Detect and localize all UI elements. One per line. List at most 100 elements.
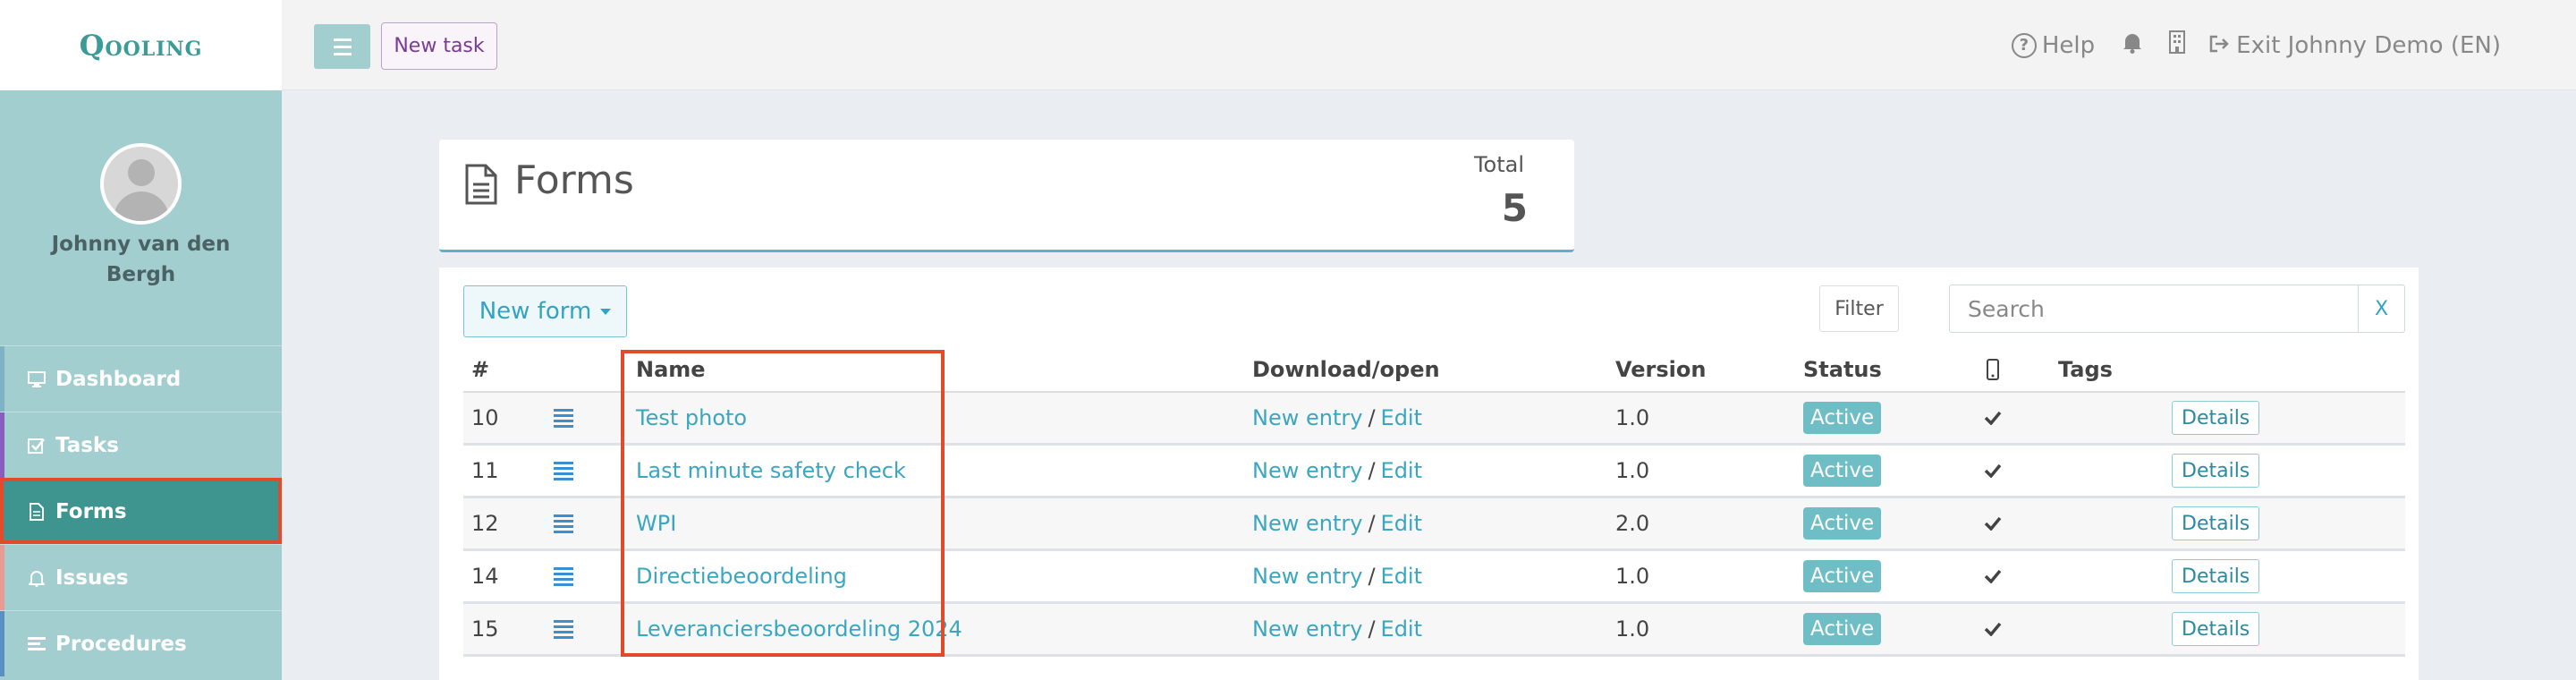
monitor-icon <box>27 370 47 388</box>
edit-link[interactable]: Edit <box>1381 616 1422 642</box>
separator: / <box>1368 458 1376 483</box>
edit-link[interactable]: Edit <box>1381 405 1422 430</box>
details-button[interactable]: Details <box>2172 454 2260 488</box>
sidebar-item-label: Issues <box>55 565 129 590</box>
page-header-card: Forms Total 5 <box>439 140 1574 252</box>
new-entry-link[interactable]: New entry <box>1252 616 1362 642</box>
building-button[interactable] <box>2168 30 2186 60</box>
version-value: 1.0 <box>1615 616 1650 642</box>
top-right-menu: ? Help Exit Johnny Demo (EN) <box>2011 0 2501 90</box>
edit-link[interactable]: Edit <box>1381 458 1422 483</box>
help-link[interactable]: ? Help <box>2011 31 2096 59</box>
version-value: 1.0 <box>1615 405 1650 430</box>
mobile-icon <box>1987 359 1999 386</box>
app-logo[interactable]: Qooling <box>80 29 203 63</box>
new-task-button[interactable]: New task <box>381 22 497 70</box>
details-button[interactable]: Details <box>2172 612 2260 646</box>
entries-list-icon[interactable] <box>554 619 573 639</box>
logo-area: Qooling <box>0 0 282 90</box>
bell-icon <box>2122 30 2143 60</box>
form-name-link[interactable]: WPI <box>636 498 676 548</box>
sidebar-nav: Dashboard Tasks Forms Issues Procedures <box>0 345 282 676</box>
status-badge: Active <box>1803 455 1882 487</box>
checkbox-icon <box>27 437 47 455</box>
sidebar-item-label: Forms <box>55 499 127 523</box>
separator: / <box>1368 405 1376 430</box>
sidebar-item-tasks[interactable]: Tasks <box>0 412 282 478</box>
filter-button[interactable]: Filter <box>1819 285 1899 332</box>
sidebar-item-dashboard[interactable]: Dashboard <box>0 345 282 412</box>
edit-link[interactable]: Edit <box>1381 564 1422 589</box>
avatar[interactable] <box>100 143 182 225</box>
edit-link[interactable]: Edit <box>1381 511 1422 536</box>
row-id: 14 <box>471 564 499 589</box>
entries-list-icon[interactable] <box>554 408 573 428</box>
help-icon: ? <box>2011 32 2037 58</box>
row-id: 11 <box>471 458 499 483</box>
column-header-number: # <box>471 357 490 382</box>
column-header-version[interactable]: Version <box>1615 357 1706 382</box>
total-count: 5 <box>1501 186 1528 230</box>
row-id: 15 <box>471 616 499 642</box>
new-form-label: New form <box>479 298 592 325</box>
column-header-status[interactable]: Status <box>1803 357 1882 382</box>
total-label: Total <box>1473 152 1524 177</box>
user-name: Johnny van den Bergh <box>51 233 231 286</box>
document-icon <box>27 502 47 521</box>
help-label: Help <box>2041 31 2096 59</box>
sidebar-item-issues[interactable]: Issues <box>0 544 282 610</box>
table-row: 15 Leveranciersbeoordeling 2024 New entr… <box>463 604 2405 657</box>
check-icon <box>1984 551 2002 601</box>
clear-search-button[interactable]: X <box>2359 285 2405 333</box>
form-name-link[interactable]: Leveranciersbeoordeling 2024 <box>636 604 962 654</box>
separator: / <box>1368 564 1376 589</box>
menu-toggle-button[interactable] <box>314 24 370 69</box>
column-header-tags: Tags <box>2058 357 2113 382</box>
new-entry-link[interactable]: New entry <box>1252 511 1362 536</box>
check-icon <box>1984 604 2002 654</box>
sidebar-item-label: Dashboard <box>55 367 182 391</box>
table-row: 10 Test photo New entry / Edit 1.0 Activ… <box>463 393 2405 446</box>
details-button[interactable]: Details <box>2172 506 2260 540</box>
sidebar: Qooling Johnny van den Bergh Dashboard T… <box>0 0 282 680</box>
sidebar-item-label: Procedures <box>55 632 187 656</box>
search-input[interactable] <box>1949 285 2359 333</box>
sidebar-item-forms[interactable]: Forms <box>0 478 282 544</box>
new-entry-link[interactable]: New entry <box>1252 405 1362 430</box>
form-name-link[interactable]: Directiebeoordeling <box>636 551 847 601</box>
check-icon <box>1984 393 2002 443</box>
separator: / <box>1368 616 1376 642</box>
forms-panel: New form Filter X # Name Download/open V… <box>439 268 2419 680</box>
version-value: 1.0 <box>1615 458 1650 483</box>
check-icon <box>1984 446 2002 496</box>
new-entry-link[interactable]: New entry <box>1252 458 1362 483</box>
entries-list-icon[interactable] <box>554 461 573 480</box>
new-entry-link[interactable]: New entry <box>1252 564 1362 589</box>
entries-list-icon[interactable] <box>554 514 573 533</box>
status-badge: Active <box>1803 560 1882 592</box>
top-bar: New task ? Help Exit Johnny Demo (EN) <box>282 0 2576 90</box>
sidebar-item-procedures[interactable]: Procedures <box>0 610 282 676</box>
form-name-link[interactable]: Test photo <box>636 393 747 443</box>
separator: / <box>1368 511 1376 536</box>
column-header-name[interactable]: Name <box>636 357 706 382</box>
status-badge: Active <box>1803 507 1882 540</box>
exit-link[interactable]: Exit Johnny Demo (EN) <box>2209 32 2501 59</box>
form-name-link[interactable]: Last minute safety check <box>636 446 906 496</box>
exit-icon <box>2209 32 2229 59</box>
new-form-button[interactable]: New form <box>463 285 627 337</box>
table-row: 11 Last minute safety check New entry / … <box>463 446 2405 498</box>
column-header-download: Download/open <box>1252 357 1440 382</box>
entries-list-icon[interactable] <box>554 566 573 586</box>
page-title: Forms <box>514 157 634 203</box>
document-icon <box>464 163 498 209</box>
list-icon <box>27 635 47 653</box>
row-id: 10 <box>471 405 499 430</box>
notifications-button[interactable] <box>2122 30 2143 60</box>
status-badge: Active <box>1803 402 1882 434</box>
details-button[interactable]: Details <box>2172 559 2260 593</box>
details-button[interactable]: Details <box>2172 401 2260 435</box>
bell-icon <box>27 569 47 587</box>
row-id: 12 <box>471 511 499 536</box>
exit-label: Exit Johnny Demo (EN) <box>2236 31 2501 59</box>
